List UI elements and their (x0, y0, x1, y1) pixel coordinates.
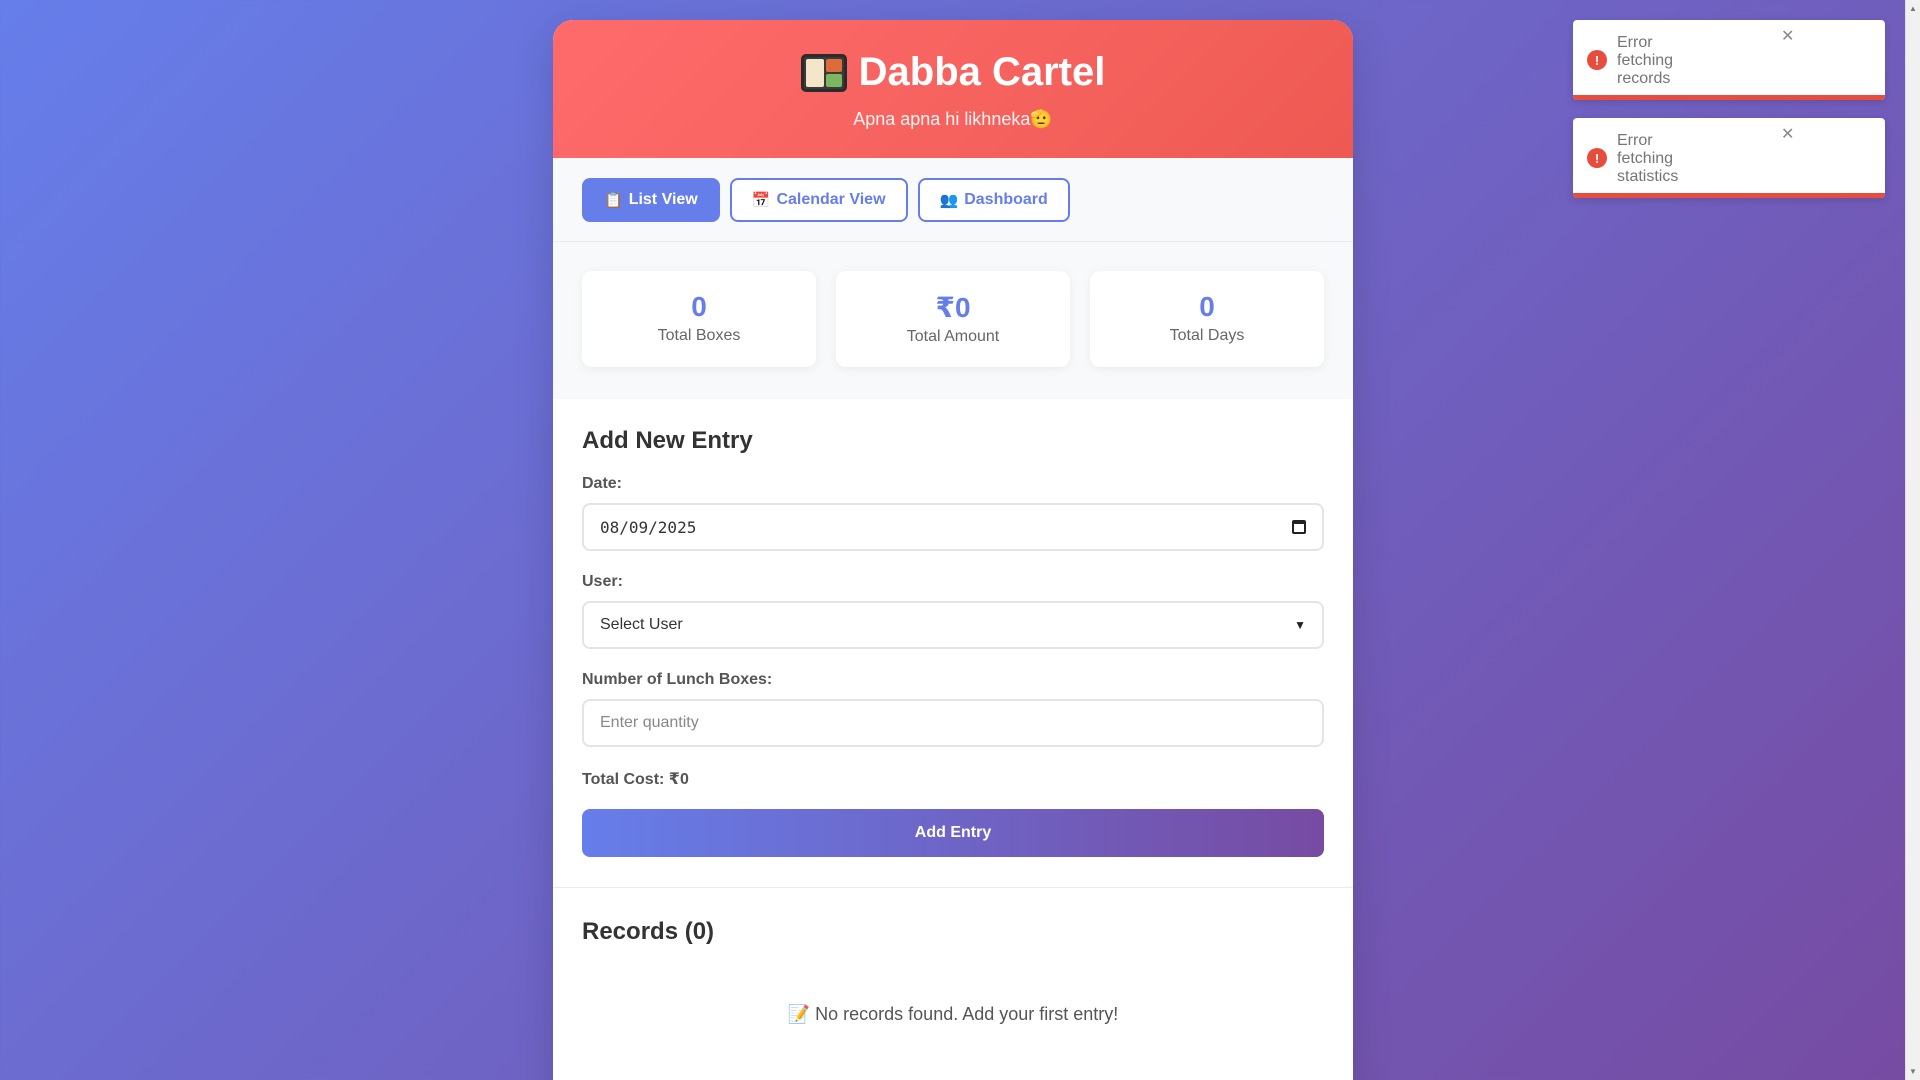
records-section: Records (0) 📝 No records found. Add your… (553, 888, 1353, 1055)
calendar-icon: 📅 (751, 192, 771, 209)
quantity-placeholder: Enter quantity (600, 714, 699, 731)
stat-card-total-amount: ₹0 Total Amount (836, 271, 1070, 367)
stat-value: 0 (1199, 291, 1215, 322)
chevron-down-icon: ▼ (1294, 618, 1306, 632)
users-icon: 👥 (939, 192, 959, 209)
user-label: User: (582, 573, 623, 590)
close-icon[interactable]: ✕ (1781, 26, 1794, 46)
tab-calendar-view[interactable]: 📅 Calendar View (729, 178, 908, 222)
stat-label: Total Amount (906, 328, 1000, 345)
toast-progress-bar (1573, 193, 1885, 198)
view-tabs: 📋 List View 📅 Calendar View 👥 Dashboard (553, 158, 1353, 242)
tab-label: Calendar View (776, 191, 886, 208)
page-scrollbar[interactable]: ▲ ▼ (1905, 0, 1920, 1080)
add-entry-button[interactable]: Add Entry (582, 809, 1324, 857)
clipboard-icon: 📋 (604, 192, 623, 209)
error-icon: ! (1587, 50, 1607, 70)
memo-icon: 📝 (787, 1004, 811, 1024)
date-value: 08/09/2025 (600, 517, 697, 537)
tab-list-view[interactable]: 📋 List View (582, 178, 720, 222)
app-header: Dabba Cartel Apna apna hi likhneka🫡 (553, 20, 1353, 158)
user-select-value: Select User (600, 616, 683, 633)
scroll-down-icon[interactable]: ▼ (1909, 1067, 1917, 1076)
stat-value: 0 (691, 291, 707, 322)
date-input[interactable]: 08/09/2025 (582, 503, 1324, 551)
close-icon[interactable]: ✕ (1781, 124, 1794, 144)
error-icon: ! (1587, 148, 1607, 168)
error-toast-statistics: ! Error fetching statistics ✕ (1573, 118, 1885, 198)
records-title: Records (0) (582, 918, 715, 945)
app-title-text: Dabba Cartel (858, 50, 1106, 94)
tab-dashboard[interactable]: 👥 Dashboard (917, 178, 1070, 222)
error-toast-records: ! Error fetching records ✕ (1573, 20, 1885, 100)
app-container: Dabba Cartel Apna apna hi likhneka🫡 📋 Li… (553, 20, 1353, 1080)
toast-message: Error fetching records (1617, 34, 1674, 87)
tab-label: Dashboard (964, 191, 1048, 208)
stats-row: 0 Total Boxes ₹0 Total Amount 0 Total Da… (553, 242, 1353, 399)
date-label: Date: (582, 475, 623, 492)
total-cost: Total Cost: ₹0 (582, 771, 689, 788)
bento-box-icon (800, 53, 847, 92)
stat-label: Total Boxes (657, 327, 741, 344)
empty-text: No records found. Add your first entry! (815, 1004, 1119, 1024)
app-subtitle: Apna apna hi likhneka🫡 (853, 109, 1053, 129)
toast-message: Error fetching statistics (1617, 132, 1679, 185)
form-title: Add New Entry (582, 427, 753, 454)
qty-label: Number of Lunch Boxes: (582, 671, 773, 688)
scroll-up-icon[interactable]: ▲ (1909, 4, 1917, 13)
stat-label: Total Days (1169, 327, 1245, 344)
tab-label: List View (628, 191, 698, 208)
add-entry-form: Add New Entry Date: 08/09/2025 User: Sel… (553, 399, 1353, 888)
calendar-picker-icon[interactable] (1292, 520, 1306, 534)
toast-progress-bar (1573, 95, 1885, 100)
user-select[interactable]: Select User ▼ (582, 601, 1324, 649)
quantity-input[interactable]: Enter quantity (582, 699, 1324, 747)
stat-card-total-days: 0 Total Days (1090, 271, 1324, 367)
app-title: Dabba Cartel (553, 50, 1353, 95)
stat-value: ₹0 (935, 292, 971, 323)
stat-card-total-boxes: 0 Total Boxes (582, 271, 816, 367)
empty-state: 📝 No records found. Add your first entry… (582, 1004, 1324, 1025)
